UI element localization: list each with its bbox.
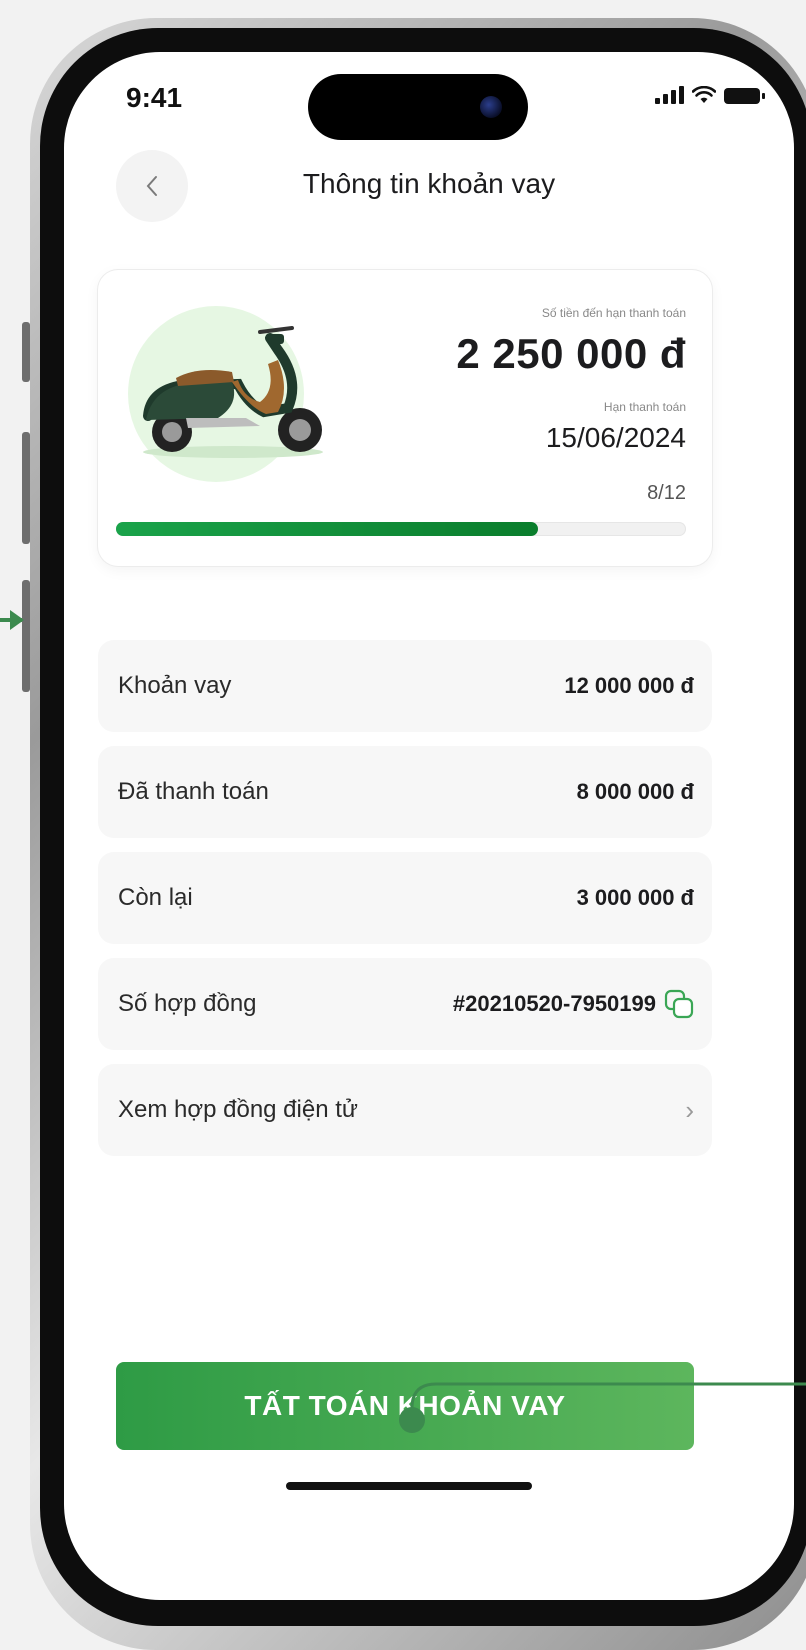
due-date: 15/06/2024 — [545, 422, 686, 453]
loan-amount-row: Khoản vay 12 000 000 đ — [98, 640, 712, 732]
installment-progress-bar — [116, 522, 686, 536]
side-button-volume-up — [22, 432, 30, 544]
loan-amount-value: 12 000 000 đ — [564, 673, 694, 698]
paid-amount-row: Đã thanh toán 8 000 000 đ — [98, 746, 712, 838]
scooter-image — [143, 326, 323, 458]
contract-number-value: #20210520-7950199 — [452, 991, 656, 1016]
due-date-label: Hạn thanh toán — [603, 400, 686, 414]
chevron-left-icon — [146, 176, 157, 196]
chevron-right-icon: › — [685, 1094, 694, 1125]
paid-amount-value: 8 000 000 đ — [576, 779, 694, 804]
remaining-amount-row: Còn lại 3 000 000 đ — [98, 852, 712, 944]
home-indicator — [286, 1482, 532, 1490]
contract-number-value-group: #20210520-7950199 — [453, 989, 694, 1019]
side-button-mute — [22, 322, 30, 382]
remaining-amount-label: Còn lại — [118, 884, 193, 911]
due-amount: 2 250 000 đ — [456, 330, 686, 377]
remaining-amount-value: 3 000 000 đ — [576, 885, 694, 910]
due-amount-label: Số tiền đến hạn thanh toán — [541, 306, 686, 320]
side-button-volume-down — [22, 580, 30, 692]
contract-number-label: Số hợp đồng — [118, 990, 257, 1017]
dynamic-island — [308, 74, 528, 140]
phone-screen: 9:41 Thông tin khoản vay Số tiền đến hạn… — [64, 52, 794, 1600]
status-time: 9:41 — [126, 82, 183, 113]
copy-icon[interactable] — [664, 989, 694, 1019]
view-e-contract-label: Xem hợp đồng điện tử — [118, 1096, 358, 1123]
installment-progress-text: 8/12 — [647, 482, 686, 504]
installment-progress-fill — [116, 522, 538, 536]
paid-amount-label: Đã thanh toán — [118, 778, 269, 805]
loan-summary-card: Số tiền đến hạn thanh toán 2 250 000 đ H… — [98, 270, 712, 566]
page-title: Thông tin khoản vay — [302, 168, 556, 199]
wifi-icon — [692, 86, 716, 103]
signal-icon — [655, 86, 684, 104]
status-icons — [655, 86, 765, 104]
back-button[interactable] — [116, 150, 188, 222]
loan-amount-label: Khoản vay — [118, 672, 232, 699]
contract-number-row: Số hợp đồng #20210520-7950199 — [98, 958, 712, 1050]
battery-icon — [724, 88, 765, 104]
settle-loan-button[interactable]: TẤT TOÁN KHOẢN VAY — [116, 1362, 694, 1450]
camera-icon — [480, 96, 502, 118]
view-e-contract-link[interactable]: Xem hợp đồng điện tử › — [98, 1064, 712, 1156]
